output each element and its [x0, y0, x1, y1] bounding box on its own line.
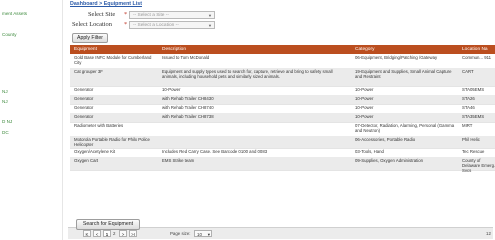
- table-row[interactable]: Cat grouper 3F Equipment and supply types…: [70, 68, 495, 87]
- left-sidebar: ment Assets County NJ NJ D NJ DC: [0, 0, 63, 240]
- sidebar-item-nj-1[interactable]: NJ: [2, 89, 8, 94]
- site-select-value: -- Select a Site --: [133, 13, 169, 18]
- cell-equipment: Gold Base INFC Module for Cumberland Cit…: [74, 55, 152, 66]
- cell-description: with Rehab Trailer CH8430: [162, 96, 214, 101]
- cell-category: 07-Detector, Radiation, Alarming, Person…: [355, 123, 455, 134]
- cell-location: STA05EMS: [462, 87, 485, 92]
- chevron-down-icon: ▼: [208, 23, 212, 28]
- search-equipment-button[interactable]: Search for Equipment: [76, 219, 140, 230]
- sidebar-item-assets[interactable]: ment Assets: [2, 11, 27, 16]
- location-label: Select Location: [72, 21, 112, 28]
- cell-category: 10-Power: [355, 96, 374, 101]
- table-row[interactable]: Gold Base INFC Module for Cumberland Cit…: [70, 54, 495, 69]
- page-1-button[interactable]: 1: [103, 230, 111, 237]
- prev-page-button[interactable]: <: [93, 230, 101, 237]
- cell-equipment: Generator: [74, 87, 94, 92]
- cell-description: Issued to Tom McDonald: [162, 55, 210, 60]
- site-label: Select Site: [88, 11, 116, 18]
- table-row[interactable]: Radiometer with Batteries 07-Detector, Ra…: [70, 122, 495, 137]
- cell-category: 10-Power: [355, 105, 374, 110]
- cell-equipment: Oxygen Cart: [74, 158, 99, 163]
- site-required-marker: *: [124, 11, 128, 18]
- cell-category: 09-Supplies, Oxygen Administration: [355, 158, 424, 163]
- cell-location: Phil Helic: [462, 137, 480, 142]
- cell-category: 10-Power: [355, 87, 374, 92]
- cell-equipment: Generator: [74, 105, 94, 110]
- total-items: 12: [486, 231, 491, 236]
- page-2-link[interactable]: 2: [113, 231, 115, 236]
- column-header-description[interactable]: Description: [162, 47, 186, 52]
- table-header: Equipment Description Category Location …: [70, 45, 495, 54]
- cell-location: County of Delaware Emerg. Svcs: [462, 158, 495, 174]
- location-select-value: -- Select a Location --: [133, 23, 179, 28]
- cell-location: Tec Rescue: [462, 149, 485, 154]
- cell-equipment: Radiometer with Batteries: [74, 123, 124, 128]
- site-select[interactable]: -- Select a Site -- ▼: [129, 11, 215, 19]
- location-required-marker: *: [124, 21, 128, 28]
- main-content: Dashboard > Equipment List Select Site *…: [68, 0, 495, 240]
- cell-equipment: Cat grouper 3F: [74, 69, 103, 74]
- sidebar-item-d-nj[interactable]: D NJ: [2, 119, 12, 124]
- equipment-table: Equipment Description Category Location …: [70, 45, 495, 225]
- chevron-down-icon: ▾: [207, 232, 210, 237]
- cell-description: Includes Red Carry Case. See Barcode 010…: [162, 149, 268, 154]
- column-header-category[interactable]: Category: [355, 47, 374, 52]
- cell-description: with Rehab Trailer CH8738: [162, 114, 214, 119]
- cell-equipment: Generator: [74, 114, 94, 119]
- sidebar-item-county[interactable]: County: [2, 32, 17, 37]
- cell-location: Commun... 911: [462, 55, 492, 60]
- page-size-select[interactable]: 10 ▾: [194, 230, 212, 237]
- column-header-location[interactable]: Location Na: [462, 47, 488, 52]
- cell-description: EMS Strike team: [162, 158, 195, 163]
- chevron-down-icon: ▼: [208, 13, 212, 18]
- first-page-button[interactable]: K: [83, 230, 91, 237]
- cell-description: Equipment and supply types used to searc…: [162, 69, 333, 80]
- sidebar-item-nj-2[interactable]: NJ: [2, 99, 8, 104]
- table-row[interactable]: Oxygen Cart EMS Strike team 09-Supplies, O…: [70, 157, 495, 174]
- cell-location: CART: [462, 69, 474, 74]
- cell-description: 10-Power: [162, 87, 181, 92]
- cell-location: STA35EMS: [462, 114, 485, 119]
- page-size-value: 10: [197, 232, 202, 237]
- cell-category: 19-Equipment and Supplies, Small Animal …: [355, 69, 452, 80]
- cell-category: 10-Power: [355, 114, 374, 119]
- cell-category: 03-Tools, Hand: [355, 149, 384, 154]
- sidebar-item-dc[interactable]: DC: [2, 130, 9, 135]
- page-size-label: Page size:: [170, 231, 191, 236]
- cell-category: 06-Accessories, Portable Radio: [355, 137, 416, 142]
- breadcrumb[interactable]: Dashboard > Equipment List: [70, 1, 142, 7]
- column-header-equipment[interactable]: Equipment: [74, 47, 97, 52]
- cell-location: STA26: [462, 96, 475, 101]
- next-page-button[interactable]: >: [119, 230, 127, 237]
- cell-equipment: Motorola Portable Radio for Philx Police…: [74, 137, 150, 148]
- location-select[interactable]: -- Select a Location -- ▼: [129, 21, 215, 29]
- cell-equipment: Oxygen/Acetylene Kit: [74, 149, 116, 154]
- last-page-button[interactable]: >I: [129, 230, 137, 237]
- cell-location: STA46: [462, 105, 475, 110]
- cell-description: with Rehab Trailer CH8740: [162, 105, 214, 110]
- cell-equipment: Generator: [74, 96, 94, 101]
- cell-category: 06-Equipment, Bridging/Patching /Gateway: [355, 55, 438, 60]
- apply-filter-button[interactable]: Apply Filter: [72, 33, 108, 43]
- cell-location: MIRT: [462, 123, 473, 128]
